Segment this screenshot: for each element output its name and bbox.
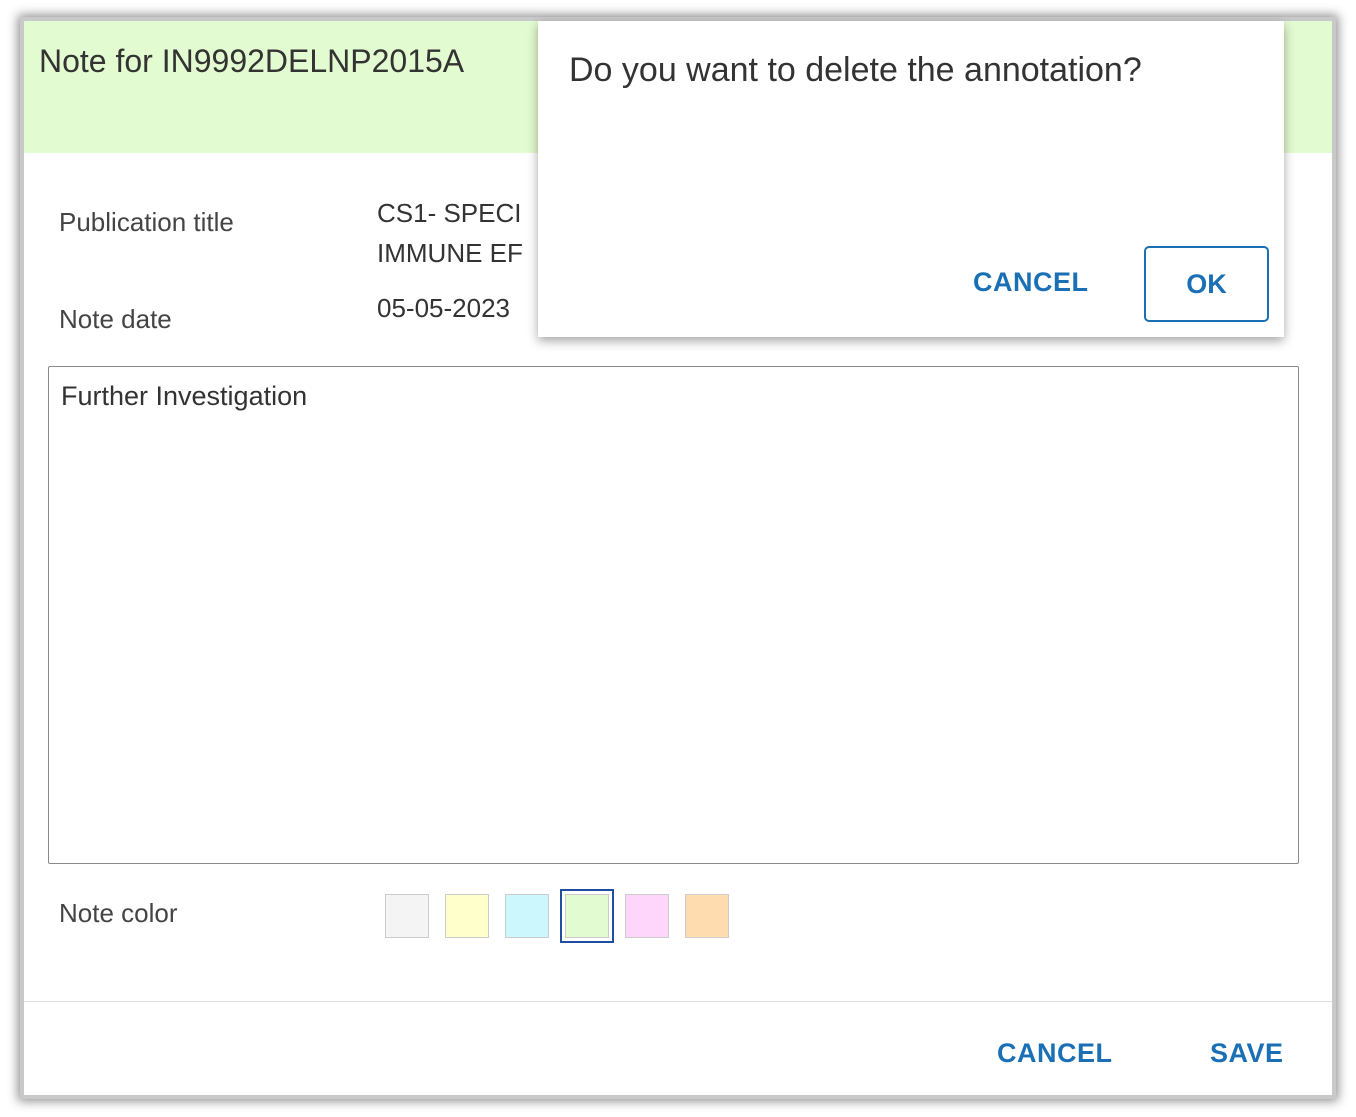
color-swatch-pink[interactable] [625,894,669,938]
color-swatch-gray[interactable] [385,894,429,938]
color-swatch-green[interactable] [560,889,614,943]
publication-title-value-line2: IMMUNE EF [377,238,523,268]
publication-title-label: Publication title [59,207,234,237]
confirm-message: Do you want to delete the annotation? [569,51,1142,89]
note-color-label: Note color [59,898,178,928]
confirm-ok-button[interactable]: OK [1144,246,1269,322]
note-date-label: Note date [59,304,172,334]
color-swatch-cyan[interactable] [505,894,549,938]
cancel-button[interactable]: CANCEL [997,1038,1113,1069]
note-date-value: 05-05-2023 [377,293,510,323]
confirm-cancel-button[interactable]: CANCEL [973,267,1089,298]
note-text: Further Investigation [61,381,308,411]
delete-confirm-popup: Do you want to delete the annotation? CA… [538,21,1284,337]
footer-divider [24,1001,1332,1002]
save-button[interactable]: SAVE [1210,1038,1284,1069]
note-textarea[interactable]: Further Investigation [48,366,1299,864]
publication-title-value-line1: CS1- SPECI [377,198,522,228]
dialog-title: Note for IN9992DELNP2015A [39,43,465,79]
screen: Note for IN9992DELNP2015A Publication ti… [0,0,1356,1117]
color-swatch-yellow[interactable] [445,894,489,938]
color-swatch-orange[interactable] [685,894,729,938]
